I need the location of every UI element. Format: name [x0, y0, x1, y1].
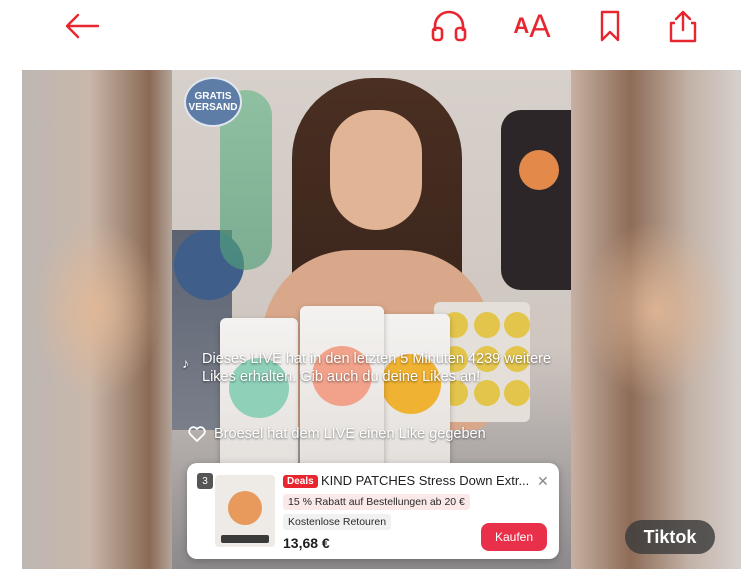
deals-badge: Deals [283, 475, 318, 488]
badge-line-2: VERSAND [188, 102, 238, 113]
discount-chip: 15 % Rabatt auf Bestellungen ab 20 € [283, 494, 470, 510]
back-button[interactable] [60, 6, 104, 46]
headphones-icon [431, 10, 467, 42]
free-shipping-badge: GRATIS VERSAND [184, 77, 242, 127]
live-likes-notice: ♪ Dieses LIVE hat in den letzten 5 Minut… [182, 350, 562, 386]
presenter-face [330, 110, 422, 230]
listen-button[interactable] [427, 6, 471, 46]
product-pouch-center [300, 306, 384, 466]
share-icon [669, 10, 697, 43]
like-message-text: Broesel hat dem LIVE einen Like gegeben [214, 426, 486, 442]
product-index: 3 [197, 473, 213, 489]
source-label: Tiktok [625, 520, 715, 554]
product-title[interactable]: KIND PATCHES Stress Down Extr... [321, 473, 531, 488]
font-size-small-label: A [513, 13, 530, 38]
article-media[interactable]: GRATIS VERSAND ♪ Dieses LIVE hat in den … [22, 70, 741, 569]
arrow-left-icon [65, 13, 100, 39]
product-thumbnail[interactable] [215, 475, 275, 547]
live-likes-text: Dieses LIVE hat in den letzten 5 Minuten… [202, 351, 552, 385]
like-message-row: Broesel hat dem LIVE einen Like gegeben [188, 426, 486, 442]
returns-chip: Kostenlose Retouren [283, 514, 392, 530]
tiktok-note-icon: ♪ [182, 355, 189, 371]
close-icon[interactable]: ✕ [537, 473, 549, 490]
badge-line-1: GRATIS [194, 91, 232, 102]
live-video-frame: GRATIS VERSAND ♪ Dieses LIVE hat in den … [172, 70, 571, 569]
share-button[interactable] [661, 6, 705, 46]
product-pouch-left [220, 318, 298, 468]
buy-button[interactable]: Kaufen [481, 523, 547, 551]
bookmark-icon [600, 10, 620, 42]
blurred-background-left [22, 70, 172, 569]
product-price: 13,68 € [283, 535, 330, 551]
blurred-background-right [571, 70, 741, 569]
font-size-button[interactable]: AA [508, 6, 556, 46]
top-toolbar: AA [0, 0, 741, 60]
bookmark-button[interactable] [588, 6, 632, 46]
heart-icon [188, 426, 206, 442]
font-size-big-label: A [529, 7, 551, 44]
product-card[interactable]: 3 Deals KIND PATCHES Stress Down Extr...… [187, 463, 559, 559]
